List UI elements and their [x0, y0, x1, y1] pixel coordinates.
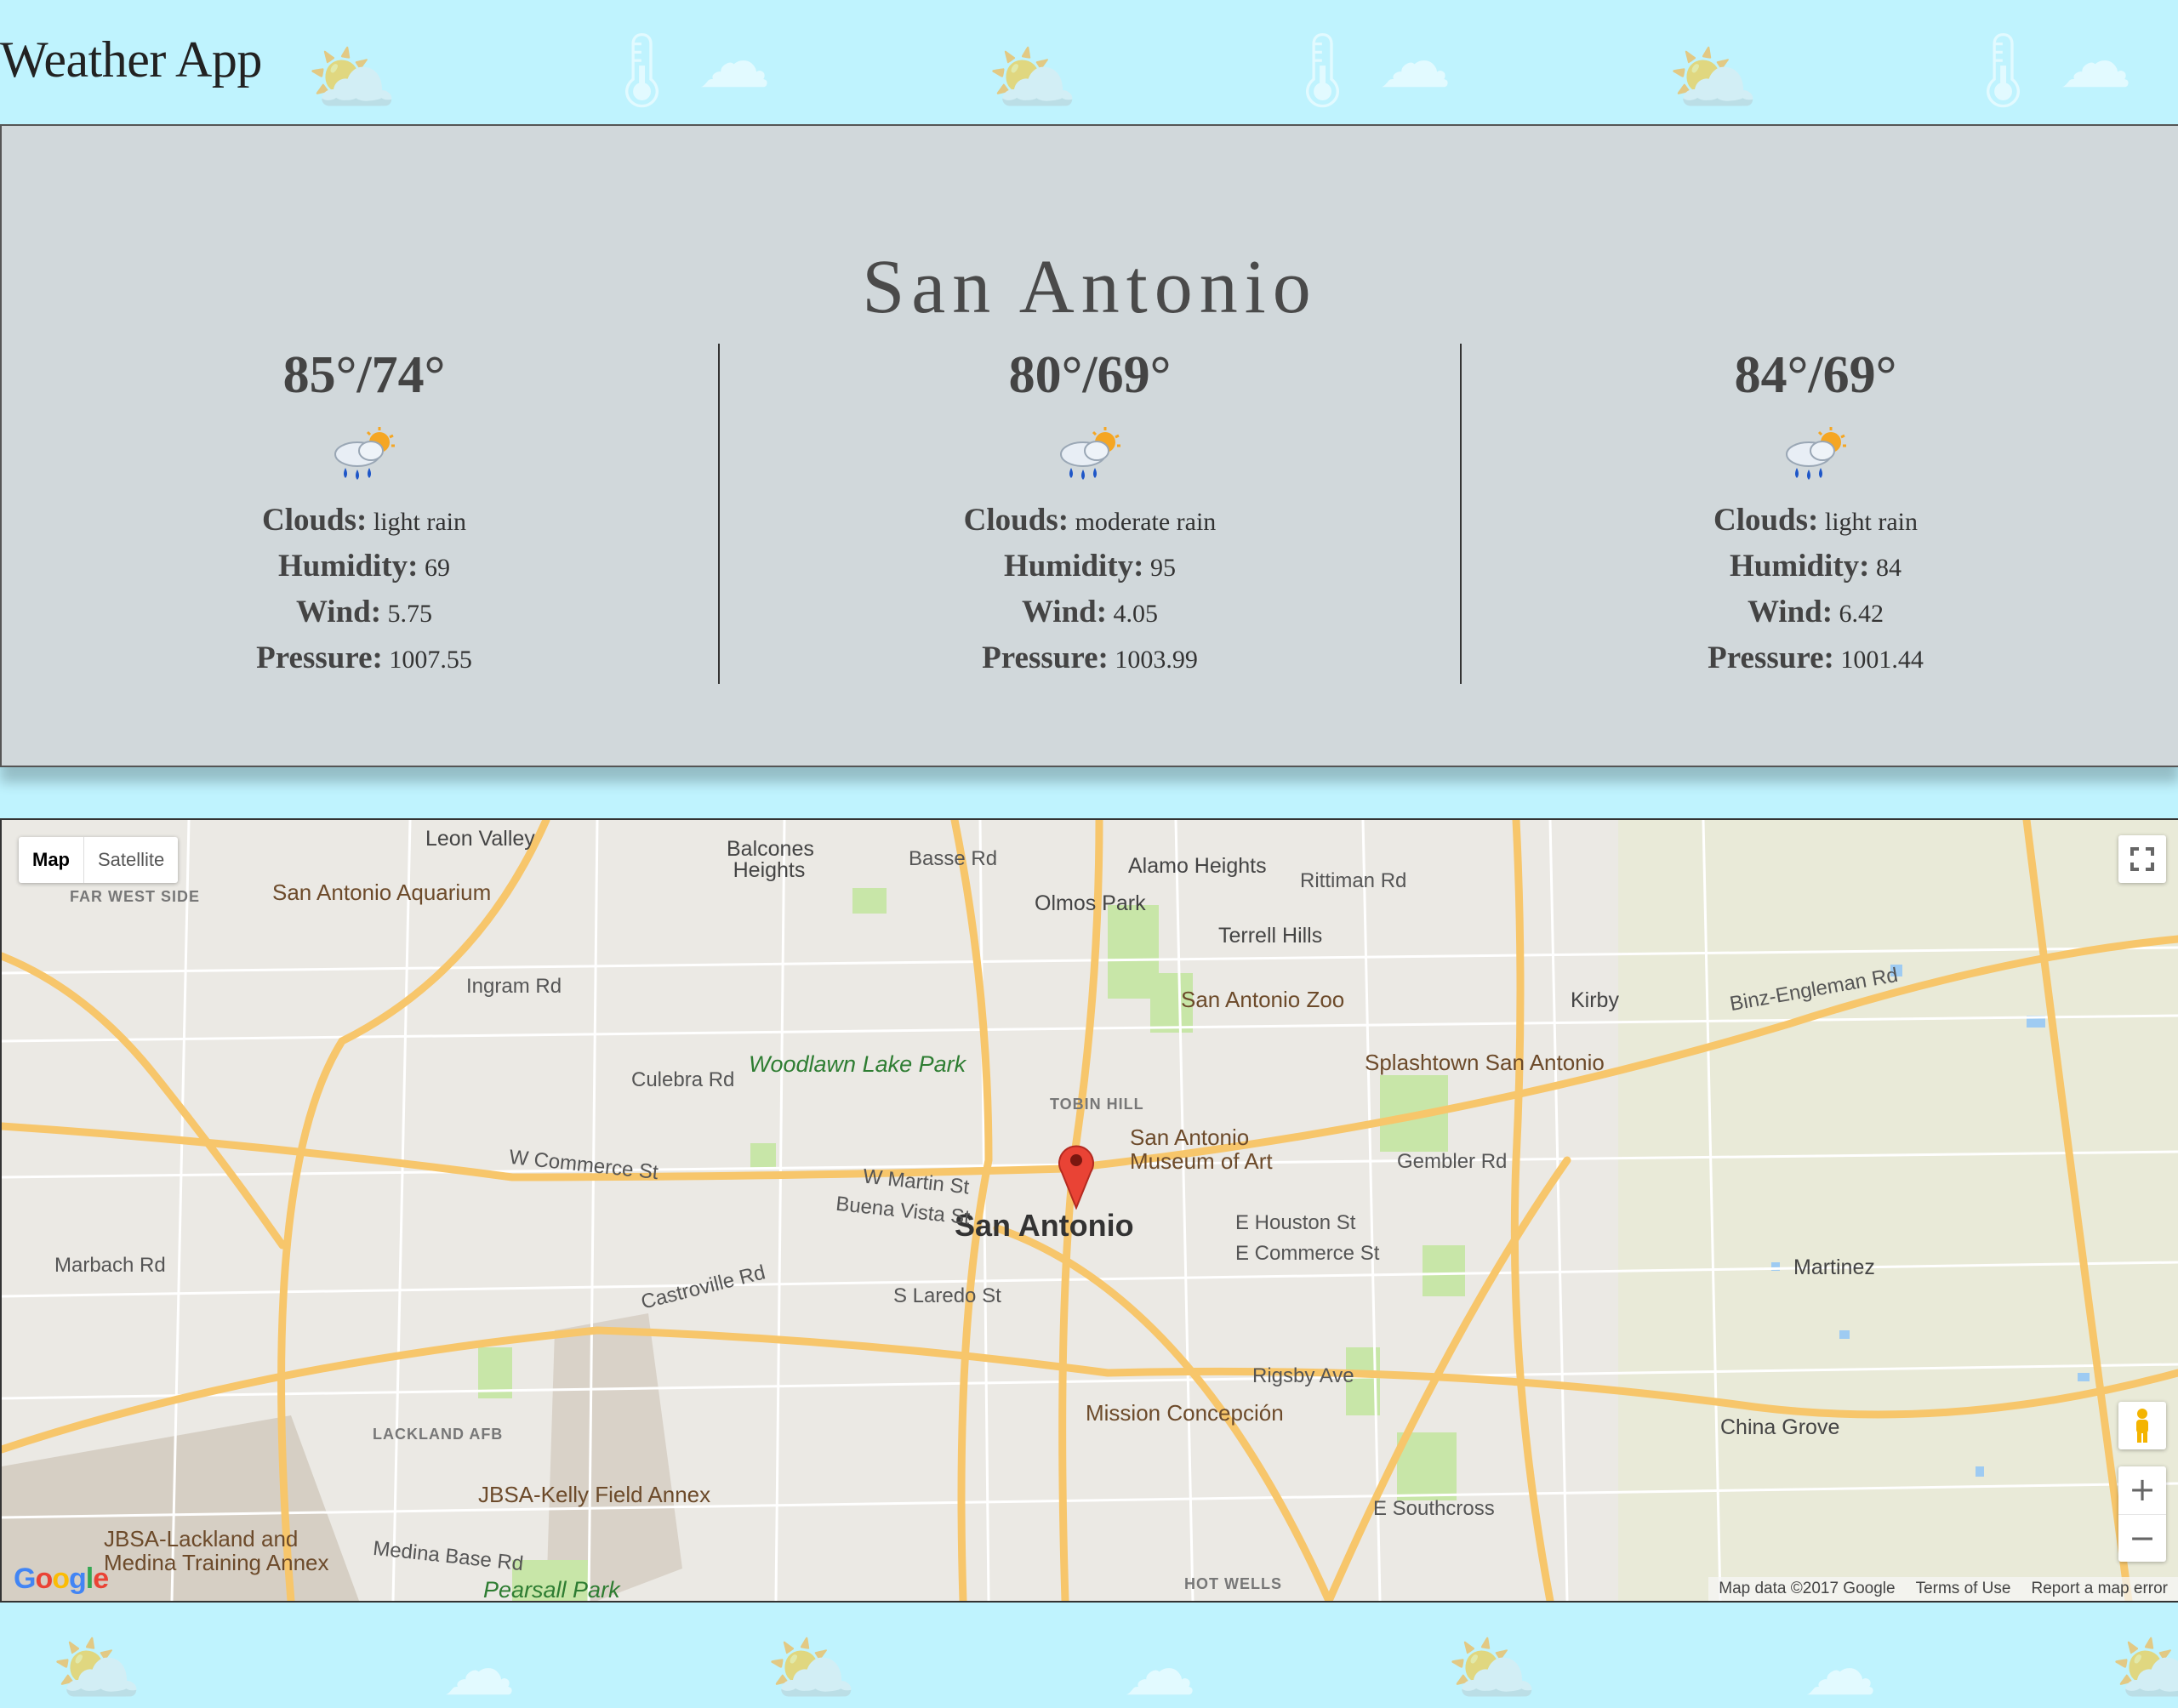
- weather-card: San Antonio 85°/74° Clouds: light rain H…: [0, 124, 2178, 767]
- map-type-control[interactable]: Map Satellite: [19, 837, 179, 883]
- temperature-range: 80°/69°: [1008, 346, 1172, 404]
- map-type-satellite[interactable]: Satellite: [84, 837, 178, 883]
- pegman-icon: [2136, 1409, 2148, 1443]
- zoom-in-button[interactable]: +: [2118, 1466, 2166, 1515]
- map-label-rigsby: Rigsby Ave: [1252, 1364, 1354, 1387]
- pressure-row: Pressure: 1001.44: [1708, 640, 1924, 675]
- map-label-sa-zoo: San Antonio Zoo: [1181, 987, 1345, 1012]
- map-label-lackland-line-2: Medina Training Annex: [104, 1550, 329, 1575]
- google-logo: Google: [14, 1563, 109, 1595]
- cloud-sun-icon: ⛅: [1668, 37, 1759, 122]
- cloud-icon: ☁: [442, 1627, 516, 1708]
- cloud-icon: ☁: [2059, 20, 2132, 105]
- pressure-row: Pressure: 1003.99: [982, 640, 1198, 675]
- map-label-s-laredo: S Laredo St: [893, 1284, 1001, 1307]
- map-label-lackland-afb: LACKLAND AFB: [373, 1426, 504, 1443]
- pressure-row: Pressure: 1007.55: [256, 640, 472, 675]
- map-label-mission-concepcion: Mission Concepción: [1086, 1400, 1284, 1426]
- map-label-splashtown: Splashtown San Antonio: [1365, 1050, 1605, 1075]
- humidity-row: Humidity: 95: [1004, 549, 1176, 584]
- street-view-button[interactable]: [2118, 1402, 2166, 1449]
- map-label-sa-aquarium: San Antonio Aquarium: [272, 880, 492, 905]
- map-label-e-houston: E Houston St: [1235, 1211, 1356, 1234]
- map-label-balcones-heights: Balcones Heights: [727, 837, 814, 882]
- thermometer-icon: 🌡: [1276, 28, 1370, 113]
- map-label-woodlawn-lake-park: Woodlawn Lake Park: [749, 1051, 966, 1077]
- app-title: Weather App: [0, 31, 262, 88]
- temperature-range: 84°/69°: [1734, 346, 1897, 404]
- map-label-e-commerce: E Commerce St: [1235, 1242, 1380, 1265]
- google-map[interactable]: Leon Valley Balcones Heights Alamo Heigh…: [0, 818, 2178, 1603]
- map-label-basse: Basse Rd: [909, 847, 998, 870]
- map-label-culebra: Culebra Rd: [631, 1068, 735, 1091]
- map-attribution: Map data ©2017 Google Terms of Use Repor…: [1708, 1577, 2178, 1601]
- temperature-range: 85°/74°: [282, 346, 446, 404]
- map-label-gembler: Gembler Rd: [1397, 1150, 1508, 1173]
- forecast-day-2: 80°/69° Clouds: moderate rain Humidity: …: [727, 344, 1452, 684]
- cloud-sun-icon: ⛅: [306, 37, 398, 122]
- clouds-row: Clouds: light rain: [261, 503, 467, 538]
- cloud-sun-icon: ⛅: [1446, 1627, 1538, 1708]
- humidity-row: Humidity: 84: [1730, 549, 1901, 584]
- forecast-divider: [718, 344, 720, 684]
- map-label-martinez: Martinez: [1793, 1255, 1875, 1279]
- map-label-kelly-field: JBSA-Kelly Field Annex: [478, 1482, 711, 1507]
- map-label-kirby: Kirby: [1571, 988, 1619, 1012]
- cloud-icon: ☁: [1123, 1627, 1196, 1708]
- cloud-sun-icon: ⛅: [766, 1627, 858, 1708]
- map-label-tobin-hill: TOBIN HILL: [1050, 1096, 1144, 1113]
- location-pin-icon[interactable]: [1057, 1142, 1096, 1210]
- thermometer-icon: 🌡: [596, 28, 689, 113]
- map-label-pearsall-park: Pearsall Park: [483, 1577, 620, 1603]
- cloud-icon: ☁: [1804, 1627, 1877, 1708]
- map-label-hot-wells: HOT WELLS: [1184, 1575, 1282, 1592]
- cloud-icon: ☁: [1378, 20, 1451, 105]
- rain-cloud-sun-icon: [1773, 425, 1858, 487]
- cloud-icon: ☁: [698, 20, 771, 105]
- map-data-credit: Map data ©2017 Google: [1719, 1580, 1896, 1597]
- zoom-out-button[interactable]: −: [2118, 1515, 2166, 1563]
- humidity-row: Humidity: 69: [278, 549, 450, 584]
- map-label-e-southcross: E Southcross: [1373, 1497, 1495, 1520]
- map-label-san-antonio: San Antonio: [955, 1208, 1134, 1243]
- map-label-marbach: Marbach Rd: [54, 1254, 166, 1277]
- forecast-day-1: 85°/74° Clouds: light rain Humidity: 69 …: [2, 344, 727, 684]
- wind-row: Wind: 5.75: [295, 595, 433, 629]
- fullscreen-icon: [2130, 847, 2154, 871]
- forecast-day-3: 84°/69° Clouds: light rain Humidity: 84 …: [1453, 344, 2178, 684]
- wind-row: Wind: 4.05: [1021, 595, 1159, 629]
- map-label-china-grove: China Grove: [1720, 1415, 1840, 1439]
- map-type-map[interactable]: Map: [19, 837, 84, 883]
- city-name: San Antonio: [862, 245, 1318, 329]
- cloud-sun-icon: ⛅: [987, 37, 1079, 122]
- zoom-control[interactable]: + −: [2118, 1466, 2166, 1562]
- map-label-ingram: Ingram Rd: [466, 975, 562, 998]
- map-label-lackland-line-1: JBSA-Lackland and: [104, 1526, 299, 1551]
- clouds-row: Clouds: light rain: [1713, 503, 1919, 538]
- cloud-sun-icon: ⛅: [51, 1627, 143, 1708]
- terms-of-use-link[interactable]: Terms of Use: [1906, 1577, 2021, 1601]
- rain-cloud-sun-icon: [1047, 425, 1132, 487]
- cloud-sun-icon: ⛅: [2110, 1627, 2178, 1708]
- report-map-error-link[interactable]: Report a map error: [2021, 1577, 2178, 1601]
- map-label-olmos-park: Olmos Park: [1035, 891, 1146, 915]
- map-label-far-west-side: FAR WEST SIDE: [70, 888, 201, 905]
- map-label-museum-line-1: San Antonio: [1130, 1124, 1250, 1150]
- map-label-leon-valley: Leon Valley: [425, 827, 535, 851]
- clouds-row: Clouds: moderate rain: [963, 503, 1217, 538]
- map-label-museum-line-2: Museum of Art: [1130, 1148, 1273, 1174]
- fullscreen-button[interactable]: [2118, 835, 2166, 883]
- map-label-alamo-heights: Alamo Heights: [1128, 854, 1267, 878]
- wind-row: Wind: 6.42: [1747, 595, 1884, 629]
- map-label-terrell-hills: Terrell Hills: [1218, 924, 1323, 948]
- map-label-rittiman: Rittiman Rd: [1300, 869, 1407, 892]
- thermometer-icon: 🌡: [1957, 28, 2050, 113]
- rain-cloud-sun-icon: [322, 425, 407, 487]
